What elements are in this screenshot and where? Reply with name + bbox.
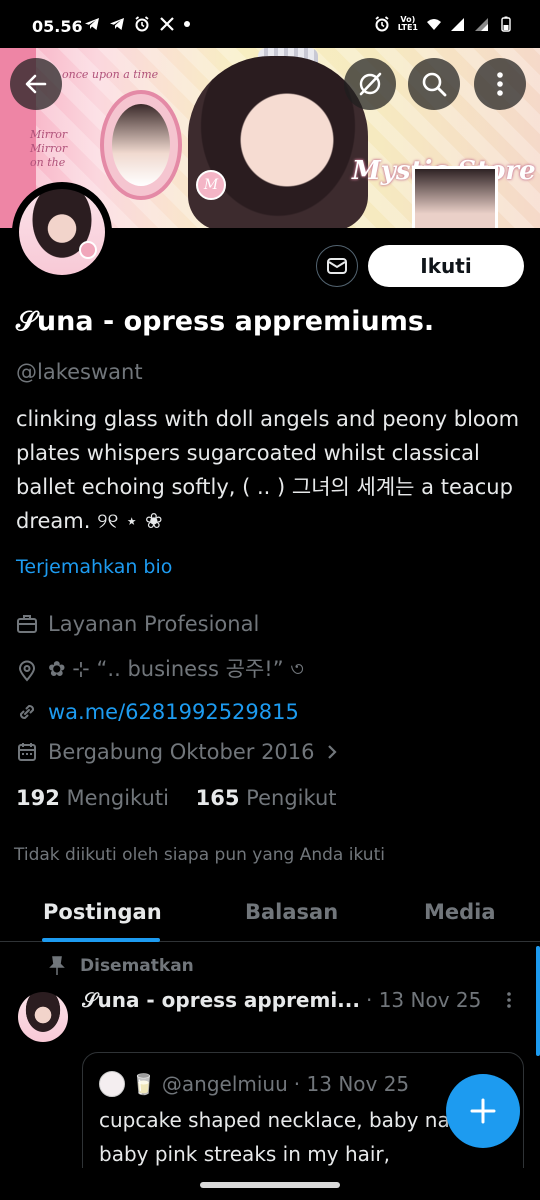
home-indicator[interactable] xyxy=(200,1182,340,1188)
following-stat[interactable]: 192 Mengikuti xyxy=(16,786,169,810)
signal-icon xyxy=(451,18,464,31)
lte-text: LTE1 xyxy=(397,23,418,32)
banner-mirror-photo xyxy=(112,104,170,186)
scrollbar[interactable] xyxy=(536,946,540,1056)
status-time: 05.56 xyxy=(32,17,83,36)
battery-icon xyxy=(501,16,511,32)
quoted-author-handle: @angelmiuu xyxy=(161,1072,288,1096)
alarm-icon xyxy=(375,16,389,32)
calendar-icon xyxy=(18,743,36,761)
post-more-button[interactable] xyxy=(506,990,512,1015)
link-text[interactable]: wa.me/6281992529815 xyxy=(48,700,299,724)
grok-button[interactable] xyxy=(344,58,396,110)
search-icon xyxy=(422,72,447,97)
profile-link[interactable]: wa.me/6281992529815 xyxy=(16,700,299,724)
back-arrow-icon xyxy=(25,74,47,94)
telegram-icon xyxy=(110,18,124,30)
profile-category: Layanan Profesional xyxy=(16,612,259,636)
quoted-post-date: · 13 Nov 25 xyxy=(293,1072,410,1096)
notification-dot xyxy=(184,21,190,27)
avatar-badge xyxy=(79,241,97,259)
more-vertical-icon xyxy=(507,992,511,1008)
location-text: ✿ ⊹ “.. business 공주!” ৩ xyxy=(48,657,304,681)
link-icon xyxy=(19,704,35,720)
followers-label: Pengikut xyxy=(246,786,337,810)
briefcase-icon xyxy=(17,615,37,633)
post-date: · 13 Nov 25 xyxy=(365,988,482,1012)
pin-icon xyxy=(49,956,65,975)
quoted-post-header: 🥛 @angelmiuu · 13 Nov 25 xyxy=(99,1071,409,1097)
envelope-icon xyxy=(327,258,347,274)
tab-replies[interactable]: Balasan xyxy=(245,900,338,924)
avatar-image xyxy=(19,189,105,275)
not-followed-note: Tidak diikuti oleh siapa pun yang Anda i… xyxy=(14,845,385,865)
tab-posts[interactable]: Postingan xyxy=(43,900,162,924)
profile-location: ✿ ⊹ “.. business 공주!” ৩ xyxy=(16,653,304,688)
signal-icon xyxy=(475,18,488,31)
followers-stat[interactable]: 165 Pengikut xyxy=(196,786,337,810)
plus-icon xyxy=(470,1098,496,1124)
more-vertical-icon xyxy=(497,72,503,96)
tab-media[interactable]: Media xyxy=(424,900,496,924)
grok-icon xyxy=(359,72,382,96)
post-author-avatar[interactable] xyxy=(18,992,68,1042)
profile-handle: @lakeswant xyxy=(16,360,143,384)
banner-script-mirror: Mirror Mirror on the xyxy=(30,128,68,169)
location-pin-icon xyxy=(18,660,36,682)
post-author-name[interactable]: 𝒮una - opress appremi... xyxy=(82,988,360,1012)
active-tab-indicator xyxy=(42,938,160,942)
profile-name: 𝒮una - opress appremiums. xyxy=(16,306,435,337)
compose-button[interactable] xyxy=(446,1074,520,1148)
chevron-right-icon xyxy=(327,745,337,759)
profile-bio: clinking glass with doll angels and peon… xyxy=(16,407,520,533)
x-icon xyxy=(160,17,174,31)
category-text: Layanan Profesional xyxy=(48,612,260,636)
message-button[interactable] xyxy=(316,245,358,287)
following-label: Mengikuti xyxy=(66,786,169,810)
milk-emoji-icon: 🥛 xyxy=(131,1072,156,1096)
more-options-button[interactable] xyxy=(474,58,526,110)
pinned-label: Disematkan xyxy=(48,956,194,976)
banner-script-once: once upon a time xyxy=(62,68,159,81)
translate-bio-link[interactable]: Terjemahkan bio xyxy=(16,556,172,578)
joined-text: Bergabung Oktober 2016 xyxy=(48,740,315,764)
profile-joined[interactable]: Bergabung Oktober 2016 xyxy=(16,740,339,764)
profile-avatar[interactable] xyxy=(12,182,112,282)
followers-count: 165 xyxy=(195,786,240,810)
pinned-text: Disematkan xyxy=(80,956,194,976)
status-bar: 05.56 Vo) LTE1 xyxy=(0,0,540,48)
follow-stats: 192 Mengikuti 165 Pengikut xyxy=(16,786,337,810)
follow-button[interactable]: Ikuti xyxy=(368,245,524,287)
banner-portrait xyxy=(188,56,368,228)
profile-tabs: Postingan Balasan Media xyxy=(0,886,540,942)
banner-side-photo xyxy=(412,166,498,228)
status-right-icons: Vo) LTE1 xyxy=(374,16,514,32)
banner-m-badge: M xyxy=(196,170,226,200)
telegram-icon xyxy=(85,18,99,30)
status-left-icons xyxy=(84,16,190,32)
alarm-icon xyxy=(135,16,149,32)
back-button[interactable] xyxy=(10,58,62,110)
banner-mirror-frame xyxy=(100,90,182,200)
wifi-icon xyxy=(427,19,441,30)
following-count: 192 xyxy=(16,786,60,810)
quoted-author-avatar xyxy=(99,1071,125,1097)
search-button[interactable] xyxy=(408,58,460,110)
volte-icon: Vo) LTE1 xyxy=(398,16,418,32)
post-header: 𝒮una - opress appremi... · 13 Nov 25 xyxy=(82,988,481,1012)
